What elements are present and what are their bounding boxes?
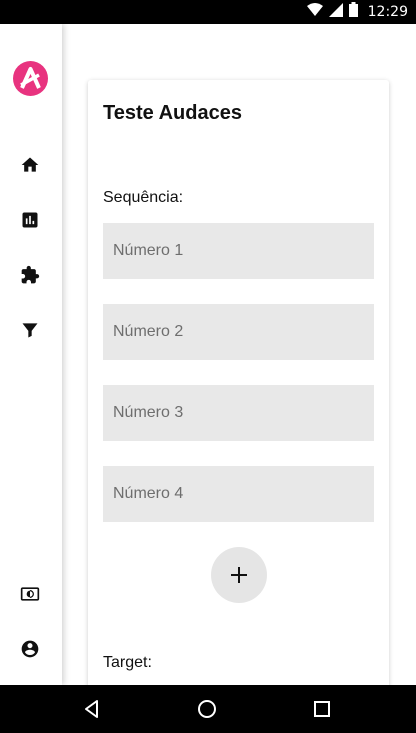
status-time: 12:29 (367, 4, 408, 20)
filter-icon[interactable] (19, 319, 41, 341)
target-label: Target: (103, 654, 152, 671)
home-icon[interactable] (19, 154, 41, 176)
add-number-button[interactable] (211, 547, 267, 603)
status-bar: 12:29 (0, 0, 416, 24)
signal-icon (328, 2, 343, 22)
number-1-input[interactable] (103, 223, 374, 279)
battery-icon (348, 2, 358, 22)
status-icons: 12:29 (306, 2, 408, 22)
back-icon[interactable] (80, 697, 104, 721)
audaces-logo[interactable] (13, 61, 48, 96)
main-content: Teste Audaces Sequência: Target: (62, 24, 416, 685)
plus-icon (231, 567, 247, 583)
number-3-input[interactable] (103, 385, 374, 441)
app-screen: Teste Audaces Sequência: Target: (0, 24, 416, 685)
card-title: Teste Audaces (103, 102, 242, 124)
home-circle-icon[interactable] (195, 697, 219, 721)
sequence-label: Sequência: (103, 189, 184, 206)
theme-toggle-icon[interactable] (19, 583, 41, 605)
recents-icon[interactable] (310, 697, 334, 721)
number-4-input[interactable] (103, 466, 374, 522)
form-card: Teste Audaces Sequência: Target: (88, 80, 389, 685)
wifi-icon (306, 2, 323, 22)
number-2-input[interactable] (103, 304, 374, 360)
sidebar (0, 24, 62, 685)
account-icon[interactable] (19, 638, 41, 660)
puzzle-icon[interactable] (19, 264, 41, 286)
system-nav-bar (0, 685, 416, 733)
chart-icon[interactable] (19, 209, 41, 231)
